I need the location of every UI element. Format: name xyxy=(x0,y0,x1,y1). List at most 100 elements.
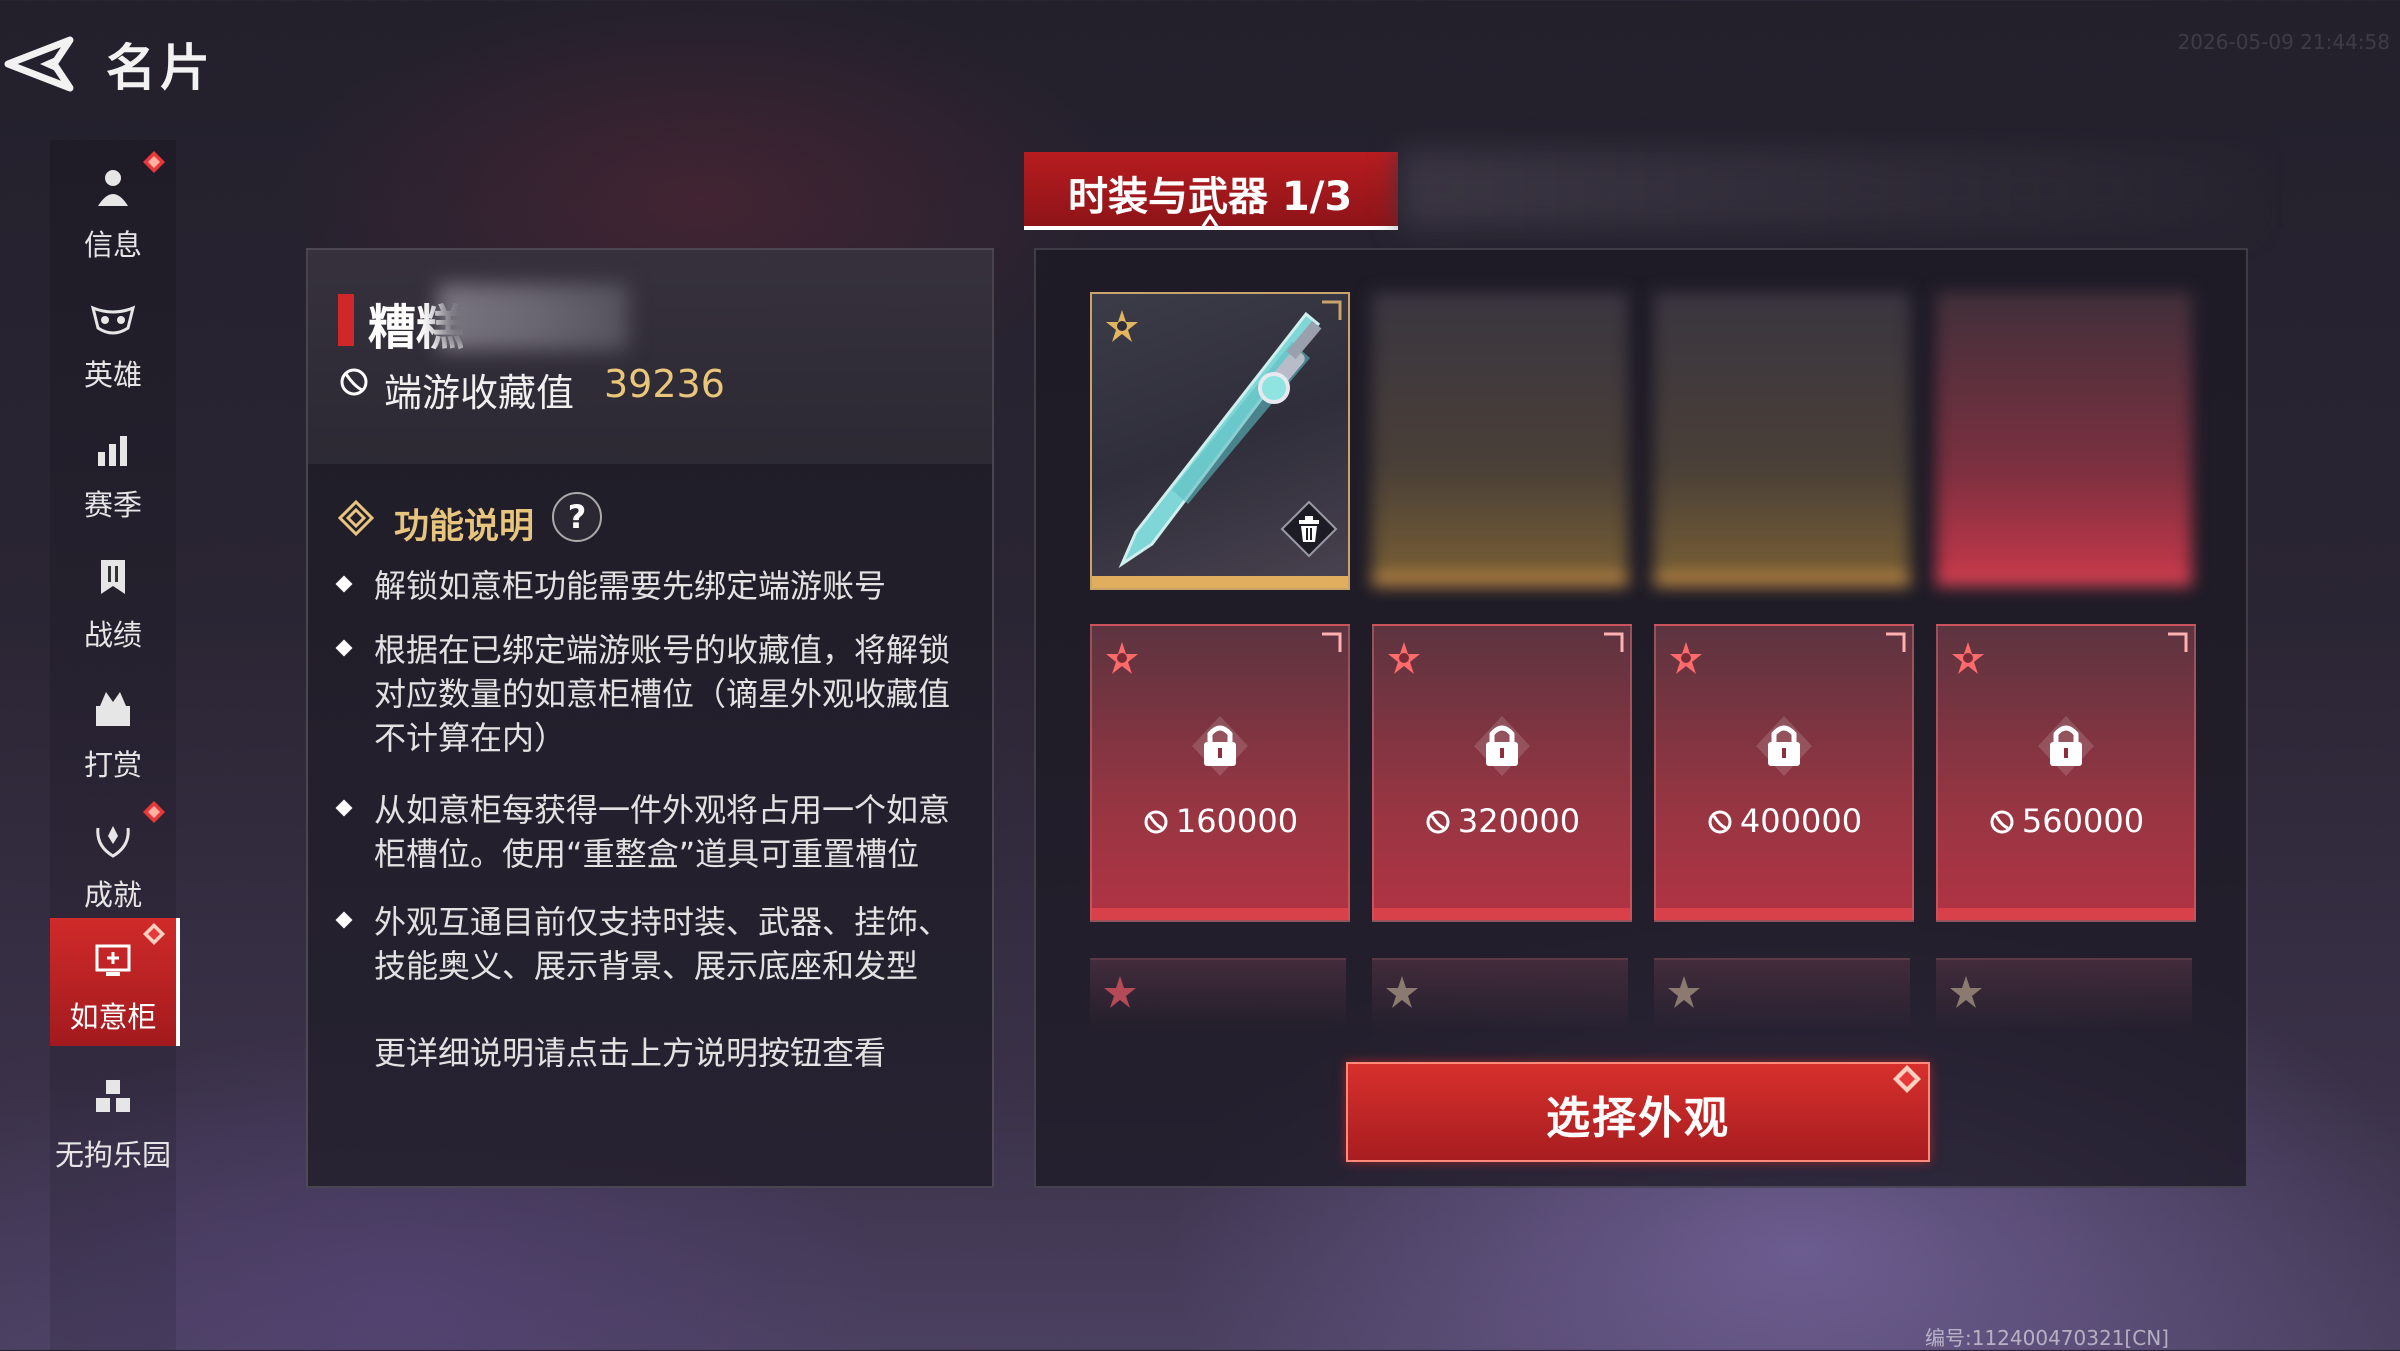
unlock-cost-value: 400000 xyxy=(1739,802,1863,840)
list-item: 解锁如意柜功能需要先绑定端游账号 xyxy=(335,564,958,608)
list-item: 从如意柜每获得一件外观将占用一个如意柜槽位。使用“重整盒”道具可重置槽位 xyxy=(335,788,958,876)
back-arrow-icon xyxy=(4,36,74,92)
notification-badge-icon xyxy=(143,801,165,823)
gift-icon xyxy=(96,692,130,726)
sidebar-item-record[interactable]: 战绩 xyxy=(50,536,176,664)
sidebar-item-park[interactable]: 无拘乐园 xyxy=(50,1056,176,1184)
notification-badge-icon xyxy=(143,151,165,173)
corner-ornament-icon xyxy=(1886,632,1906,652)
unlock-cost-value: 320000 xyxy=(1457,802,1581,840)
slot-partial[interactable] xyxy=(1936,958,2192,1030)
select-appearance-label: 选择外观 xyxy=(1546,1093,1730,1144)
collection-label: 端游收藏值 xyxy=(384,371,575,415)
list-item-text: 从如意柜每获得一件外观将占用一个如意柜槽位。使用“重整盒”道具可重置槽位 xyxy=(374,791,951,873)
collection-icon xyxy=(1144,810,1168,834)
rarity-bar xyxy=(1936,574,2192,586)
name-redaction xyxy=(438,284,628,350)
lock-icon xyxy=(2038,716,2094,776)
slot-equipped-sword[interactable] xyxy=(1090,292,1350,590)
slot-locked[interactable]: 400000 xyxy=(1654,624,1914,922)
sidebar-item-label: 成就 xyxy=(83,878,142,912)
slot-partial[interactable] xyxy=(1372,958,1628,1030)
rarity-star-icon xyxy=(1104,976,1136,1008)
sidebar-item-cabinet[interactable]: 如意柜 xyxy=(50,918,180,1046)
sidebar-item-label: 无拘乐园 xyxy=(54,1138,171,1172)
banner-icon xyxy=(101,560,125,594)
trash-icon[interactable] xyxy=(1280,500,1338,558)
rarity-star-icon xyxy=(1386,976,1418,1008)
corner-ornament-icon xyxy=(1322,632,1342,652)
rarity-star-icon xyxy=(1388,642,1420,674)
slot-blurred[interactable] xyxy=(1372,292,1628,586)
list-item: 外观互通目前仅支持时装、武器、挂饰、技能奥义、展示背景、展示底座和发型 xyxy=(335,900,958,988)
more-info-text: 更详细说明请点击上方说明按钮查看 xyxy=(374,1034,887,1072)
slot-locked[interactable]: 560000 xyxy=(1936,624,2196,922)
bullet-icon xyxy=(335,639,353,657)
timestamp: 2026-05-09 21:44:58 xyxy=(2177,30,2390,54)
info-panel: 糟糕 端游收藏值 39236 功能说明 ? 解锁如意柜功能需要先绑定端游账号 根… xyxy=(306,248,994,1188)
sidebar-item-heroes[interactable]: 英雄 xyxy=(50,276,176,404)
corner-ornament-icon xyxy=(1322,300,1342,320)
bullet-icon xyxy=(335,799,353,817)
unlock-cost-value: 560000 xyxy=(2021,802,2145,840)
sidebar-item-achievement[interactable]: 成就 xyxy=(50,796,176,924)
back-button[interactable] xyxy=(0,30,80,94)
sidebar-item-label: 英雄 xyxy=(83,358,142,392)
select-appearance-button[interactable]: 选择外观 xyxy=(1346,1062,1930,1162)
unlock-cost: 320000 xyxy=(1374,802,1630,840)
rarity-bar xyxy=(1372,574,1628,586)
lock-icon xyxy=(1192,716,1248,776)
help-button[interactable]: ? xyxy=(552,492,602,542)
function-title: 功能说明 xyxy=(394,507,535,547)
rarity-star-icon xyxy=(1106,642,1138,674)
rarity-bar xyxy=(1654,574,1910,586)
tab-bar-blurred xyxy=(1400,150,2250,228)
lock-icon xyxy=(1756,716,1812,776)
slots-panel: 160000 320000 400000 560000 xyxy=(1034,248,2248,1188)
notification-badge-icon xyxy=(1893,1065,1921,1093)
laurel-icon xyxy=(96,826,130,858)
list-item: 根据在已绑定端游账号的收藏值，将解锁对应数量的如意柜槽位（谪星外观收藏值不计算在… xyxy=(335,628,958,760)
bullet-icon xyxy=(335,911,353,929)
corner-ornament-icon xyxy=(1604,632,1624,652)
rarity-star-icon xyxy=(1106,310,1138,342)
rarity-bar xyxy=(1656,908,1912,920)
sidebar-item-season[interactable]: 赛季 xyxy=(50,406,176,534)
collection-value: 39236 xyxy=(604,362,725,406)
mask-icon xyxy=(90,305,136,335)
cabinet-icon xyxy=(95,944,131,976)
profile-header: 糟糕 端游收藏值 39236 xyxy=(308,250,992,464)
rarity-star-icon xyxy=(1952,642,1984,674)
unlock-cost: 160000 xyxy=(1092,802,1348,840)
lock-icon xyxy=(1474,716,1530,776)
notification-badge-icon xyxy=(143,923,165,945)
rarity-bar xyxy=(1092,908,1348,920)
slot-partial[interactable] xyxy=(1090,958,1346,1030)
rarity-star-icon xyxy=(1950,976,1982,1008)
slot-partial[interactable] xyxy=(1654,958,1910,1030)
list-item-text: 解锁如意柜功能需要先绑定端游账号 xyxy=(374,567,887,605)
rarity-bar xyxy=(1374,908,1630,920)
rarity-star-icon xyxy=(1670,642,1702,674)
rarity-star-icon xyxy=(1668,976,1700,1008)
slot-locked[interactable]: 160000 xyxy=(1090,624,1350,922)
bar-chart-icon xyxy=(98,436,127,466)
sidebar-item-label: 战绩 xyxy=(83,618,142,652)
unlock-cost-value: 160000 xyxy=(1175,802,1299,840)
slot-blurred[interactable] xyxy=(1936,292,2192,586)
collection-icon xyxy=(1708,810,1732,834)
list-item-text: 根据在已绑定端游账号的收藏值，将解锁对应数量的如意柜槽位（谪星外观收藏值不计算在… xyxy=(374,631,951,757)
sidebar-item-label: 信息 xyxy=(83,228,142,262)
collection-icon xyxy=(1426,810,1450,834)
slot-locked[interactable]: 320000 xyxy=(1372,624,1632,922)
sidebar-item-label: 赛季 xyxy=(83,488,142,522)
diamond-icon xyxy=(338,500,374,536)
sidebar-item-reward[interactable]: 打赏 xyxy=(50,666,176,794)
unlock-cost: 560000 xyxy=(1938,802,2194,840)
sidebar-item-info[interactable]: 信息 xyxy=(50,146,176,274)
serial-number: 编号:112400470321[CN] xyxy=(1925,1326,2169,1350)
tab-outfit-weapon[interactable]: 时装与武器 1/3 xyxy=(1024,152,1398,230)
rarity-bar xyxy=(1092,576,1348,588)
slot-blurred[interactable] xyxy=(1654,292,1910,586)
page-title: 名片 xyxy=(106,39,214,97)
